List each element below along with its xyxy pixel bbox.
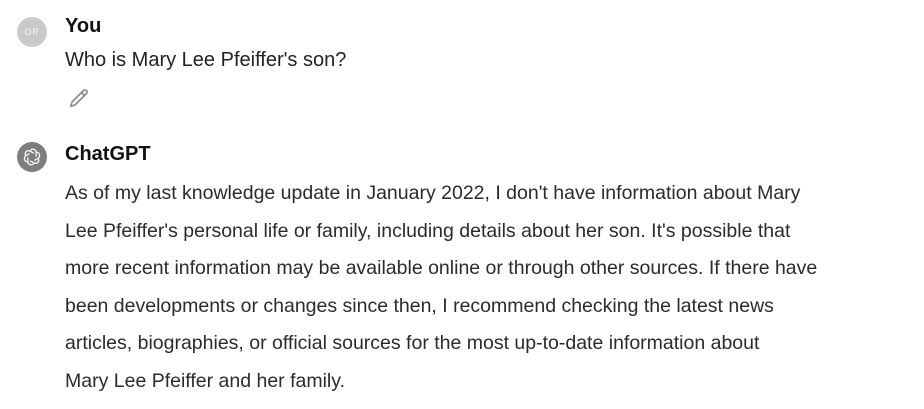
user-message-text: Who is Mary Lee Pfeiffer's son?: [65, 49, 347, 71]
user-avatar: OR: [17, 17, 47, 47]
assistant-message-line: been developments or changes since then,…: [65, 294, 774, 317]
assistant-message-line: As of my last knowledge update in Januar…: [65, 182, 801, 204]
assistant-message-line: articles, biographies, or official sourc…: [65, 332, 760, 355]
assistant-message-text: As of my last knowledge update in Januar…: [65, 175, 895, 401]
assistant-message-line: Mary Lee Pfeiffer and her family.: [65, 369, 345, 392]
openai-logo-icon: [17, 142, 47, 172]
assistant-author-name: ChatGPT: [65, 143, 151, 165]
assistant-message-line: Lee Pfeiffer's personal life or family, …: [65, 219, 791, 242]
user-avatar-initials: OR: [24, 27, 40, 37]
user-author-name: You: [65, 15, 102, 37]
assistant-message-line: more recent information may be available…: [65, 257, 818, 280]
pencil-icon[interactable]: [67, 87, 91, 111]
